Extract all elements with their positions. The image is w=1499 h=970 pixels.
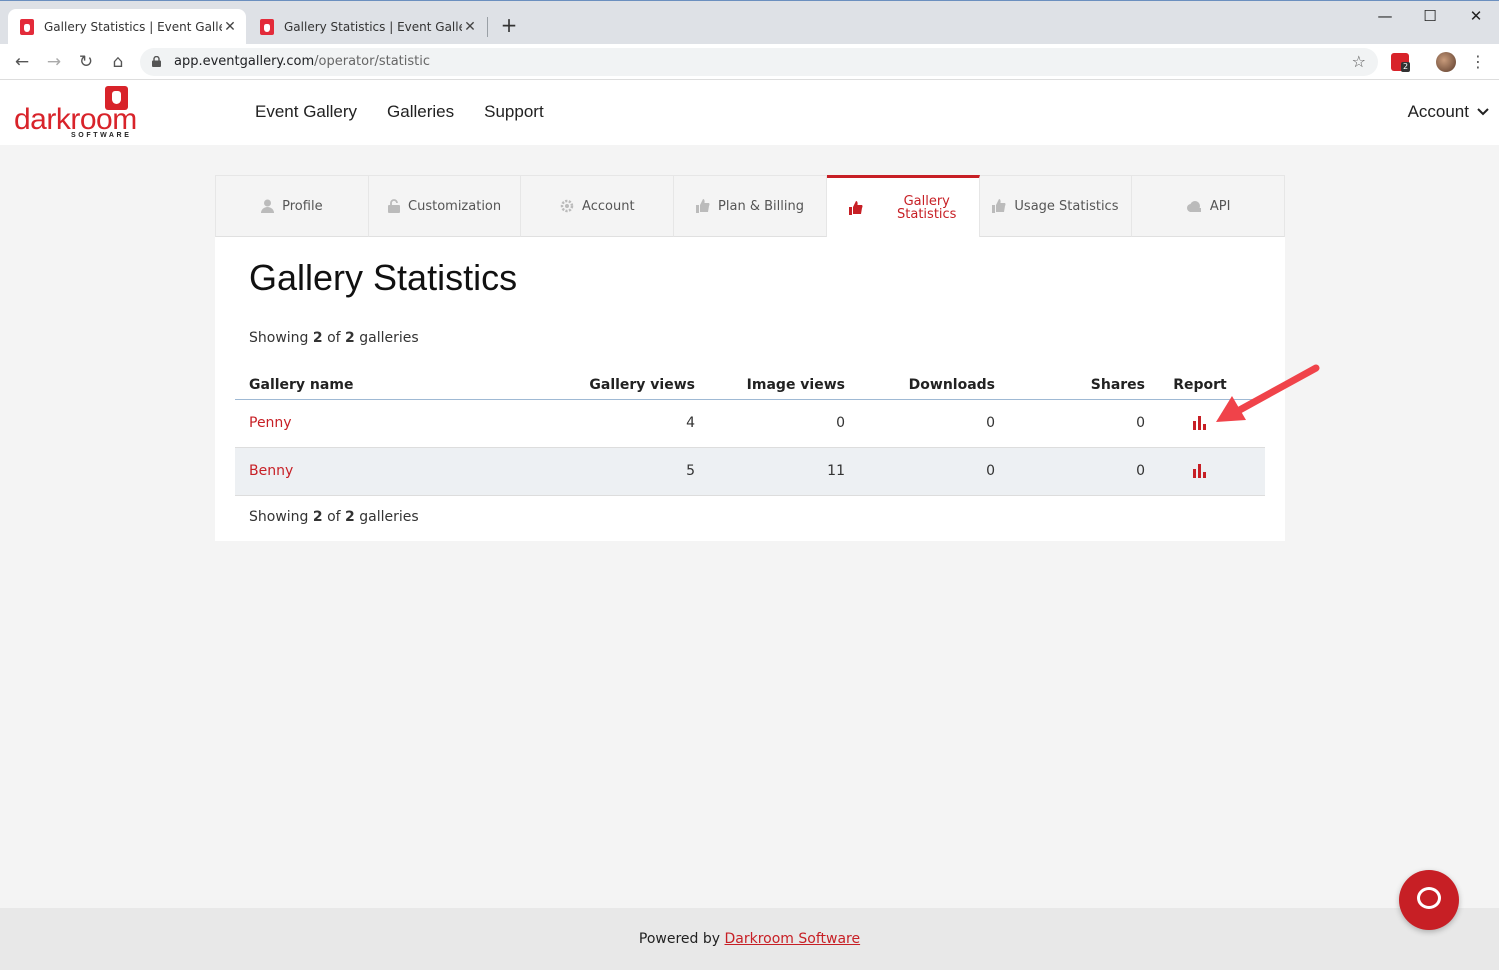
maximize-icon[interactable]: ☐ — [1415, 5, 1445, 27]
powered-by-label: Powered by — [638, 931, 721, 947]
darkroom-software-link[interactable]: Darkroom Software — [725, 931, 861, 947]
shares-cell: 0 — [995, 399, 1145, 448]
tab-label: Profile — [282, 198, 323, 214]
darkroom-favicon-icon — [260, 19, 274, 35]
main-nav: Event Gallery Galleries Support — [255, 102, 544, 122]
chevron-down-icon — [1477, 108, 1489, 116]
table-row: Benny 5 11 0 0 — [235, 447, 1265, 496]
logo-subtitle: SOFTWARE — [71, 132, 132, 139]
gallery-views-cell: 5 — [545, 447, 695, 496]
cloud-icon — [1186, 200, 1201, 212]
tab-label: API — [1209, 198, 1231, 214]
thumbs-up-icon — [849, 200, 863, 215]
footer: Powered by Darkroom Software — [0, 908, 1499, 970]
star-icon[interactable]: ☆ — [1352, 48, 1366, 76]
extension-badge: 2 — [1401, 62, 1411, 72]
chat-bubble-icon — [1417, 887, 1441, 909]
tab-label: Plan & Billing — [718, 198, 804, 214]
image-views-cell: 0 — [695, 399, 845, 448]
tab-api[interactable]: API — [1132, 175, 1286, 237]
nav-galleries[interactable]: Galleries — [387, 102, 454, 122]
close-tab-icon[interactable]: ✕ — [222, 19, 238, 35]
avatar[interactable] — [1436, 52, 1456, 72]
tab-gallery-statistics[interactable]: Gallery Statistics — [826, 175, 980, 237]
tab-label: Gallery Statistics — [897, 193, 957, 222]
tab-account[interactable]: Account — [521, 175, 675, 237]
annotation-arrow-icon — [1216, 364, 1320, 422]
bar-chart-icon[interactable] — [1192, 464, 1208, 478]
account-menu[interactable]: Account — [1408, 102, 1489, 122]
bar-chart-icon[interactable] — [1192, 416, 1208, 430]
user-icon — [261, 199, 275, 213]
nav-event-gallery[interactable]: Event Gallery — [255, 102, 357, 122]
thumbs-up-icon — [992, 199, 1006, 213]
gallery-link[interactable]: Benny — [249, 463, 293, 479]
gear-icon — [560, 199, 574, 213]
table-header-row: Gallery name Gallery views Image views D… — [235, 367, 1265, 400]
tab-label: Usage Statistics — [1014, 198, 1119, 214]
browser-tab[interactable]: Gallery Statistics | Event Gallery ✕ — [248, 9, 486, 45]
statistics-panel: Gallery Statistics Showing 2 of 2 galler… — [215, 237, 1285, 541]
showing-summary-bottom: Showing 2 of 2 galleries — [249, 509, 419, 525]
darkroom-logo[interactable]: darkroom SOFTWARE — [14, 86, 137, 142]
tab-label: Account — [582, 198, 635, 214]
shares-cell: 0 — [995, 447, 1145, 496]
image-views-cell: 11 — [695, 447, 845, 496]
column-header[interactable]: Downloads — [845, 367, 995, 400]
account-label: Account — [1407, 102, 1469, 121]
menu-icon[interactable]: ⋮ — [1470, 52, 1486, 72]
downloads-cell: 0 — [845, 447, 995, 496]
url-text: app.eventgallery.com/operator/statistic — [174, 54, 431, 69]
new-tab-button[interactable]: + — [498, 14, 520, 36]
tab-profile[interactable]: Profile — [215, 175, 369, 237]
tab-customization[interactable]: Customization — [368, 175, 522, 237]
home-icon[interactable]: ⌂ — [106, 50, 130, 74]
minimize-icon[interactable]: — — [1370, 5, 1400, 27]
column-header[interactable]: Shares — [995, 367, 1145, 400]
close-window-icon[interactable]: ✕ — [1461, 5, 1491, 27]
chat-button[interactable] — [1399, 870, 1459, 930]
back-icon[interactable]: ← — [10, 50, 34, 74]
extension-icon[interactable]: 2 — [1391, 53, 1411, 72]
gallery-views-cell: 4 — [545, 399, 695, 448]
darkroom-favicon-icon — [20, 19, 34, 35]
browser-tab-active[interactable]: Gallery Statistics | Event Gallery ✕ — [8, 9, 246, 45]
tab-divider — [487, 17, 488, 37]
nav-support[interactable]: Support — [484, 102, 544, 122]
column-header[interactable]: Gallery views — [545, 367, 695, 400]
column-header[interactable]: Image views — [695, 367, 845, 400]
gallery-link[interactable]: Penny — [249, 415, 292, 431]
tab-usage-statistics[interactable]: Usage Statistics — [979, 175, 1133, 237]
app-header: darkroom SOFTWARE Event Gallery Gallerie… — [0, 80, 1499, 145]
lock-icon — [152, 56, 161, 67]
tab-title: Gallery Statistics | Event Gallery — [284, 20, 462, 34]
showing-summary-top: Showing 2 of 2 galleries — [249, 330, 419, 346]
tab-title: Gallery Statistics | Event Gallery — [44, 20, 222, 34]
column-header[interactable]: Gallery name — [235, 367, 545, 400]
page-title: Gallery Statistics — [249, 257, 518, 298]
tab-plan-billing[interactable]: Plan & Billing — [674, 175, 827, 237]
forward-icon[interactable]: → — [42, 50, 66, 74]
address-bar[interactable]: app.eventgallery.com/operator/statistic … — [140, 48, 1378, 76]
close-tab-icon[interactable]: ✕ — [462, 19, 478, 35]
table-row: Penny 4 0 0 0 — [235, 399, 1265, 448]
gallery-statistics-table: Gallery name Gallery views Image views D… — [235, 367, 1265, 496]
downloads-cell: 0 — [845, 399, 995, 448]
browser-tabstrip: Gallery Statistics | Event Gallery ✕ Gal… — [0, 0, 1499, 45]
lock-icon — [388, 199, 401, 213]
tab-label: Customization — [408, 198, 502, 214]
reload-icon[interactable]: ↻ — [74, 50, 98, 74]
settings-tabs: Profile Customization Account Plan & Bil… — [215, 175, 1286, 237]
thumbs-up-icon — [696, 199, 710, 213]
browser-toolbar: ← → ↻ ⌂ app.eventgallery.com/operator/st… — [0, 44, 1499, 80]
